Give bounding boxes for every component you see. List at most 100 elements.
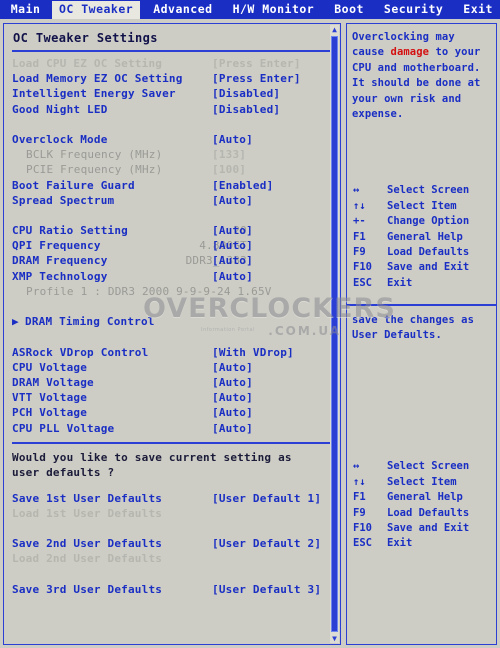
setting-value[interactable]: [Enabled] bbox=[212, 178, 273, 193]
setting-label: PCH Voltage bbox=[12, 406, 88, 420]
legend-key-icon: ↔ bbox=[353, 460, 360, 473]
page-title: OC Tweaker Settings bbox=[13, 31, 158, 45]
defaults-divider bbox=[12, 441, 330, 444]
legend-key-icon: ↔ bbox=[353, 184, 360, 197]
legend-description: General Help bbox=[387, 230, 463, 243]
menu-tab-security[interactable]: Security bbox=[377, 1, 450, 19]
setting-value[interactable]: [Disabled] bbox=[212, 86, 280, 101]
settings-spacer bbox=[12, 117, 326, 132]
legend-row: ↑↓ Select Item bbox=[353, 199, 496, 214]
setting-label: CPU Voltage bbox=[12, 360, 88, 374]
setting-value[interactable]: [133] bbox=[212, 147, 246, 162]
legend-row: +- Change Option bbox=[353, 214, 496, 229]
key-legend-top: ↔ Select Screen ↑↓ Select Item +- Change Opti… bbox=[347, 183, 496, 291]
setting-value[interactable]: [Press Enter] bbox=[212, 71, 301, 86]
setting-row-vtt-voltage[interactable]: VTT Voltage [Auto] bbox=[12, 390, 326, 405]
settings-spacer bbox=[12, 299, 326, 314]
legend-key-icon: ESC bbox=[353, 537, 372, 550]
setting-row-intelligent-energy-saver[interactable]: Intelligent Energy Saver [Disabled] bbox=[12, 86, 326, 101]
setting-row-profile-1-ddr3-2000-9-9-9-24-1-65v[interactable]: Profile 1 : DDR3 2000 9-9-9-24 1.65V bbox=[12, 284, 326, 299]
setting-label: XMP Technology bbox=[12, 269, 108, 283]
defaults-value[interactable]: [User Default 1] bbox=[212, 491, 321, 506]
setting-value[interactable]: [With VDrop] bbox=[212, 345, 294, 360]
defaults-label: Save 3rd User Defaults bbox=[12, 582, 163, 596]
legend-description: General Help bbox=[387, 491, 463, 504]
defaults-value[interactable]: [User Default 3] bbox=[212, 582, 321, 597]
defaults-label: Save 1st User Defaults bbox=[12, 491, 163, 505]
setting-label: DRAM Frequency bbox=[12, 254, 108, 268]
defaults-value[interactable]: [User Default 2] bbox=[212, 536, 321, 551]
setting-value[interactable]: [Auto] bbox=[212, 132, 253, 147]
defaults-label: Save 2nd User Defaults bbox=[12, 537, 163, 551]
setting-row-cpu-pll-voltage[interactable]: CPU PLL Voltage [Auto] bbox=[12, 421, 326, 436]
setting-value[interactable]: [100] bbox=[212, 162, 246, 177]
legend-row: ↔ Select Screen bbox=[353, 183, 496, 198]
legend-key-icon: ↑↓ bbox=[353, 475, 366, 488]
setting-row-cpu-voltage[interactable]: CPU Voltage [Auto] bbox=[12, 360, 326, 375]
defaults-label: Load 1st User Defaults bbox=[12, 506, 163, 520]
setting-row-asrock-vdrop-control[interactable]: ASRock VDrop Control [With VDrop] bbox=[12, 345, 326, 360]
setting-row-load-memory-ez-oc-setting[interactable]: Load Memory EZ OC Setting [Press Enter] bbox=[12, 71, 326, 86]
legend-description: Save and Exit bbox=[387, 261, 470, 274]
setting-row-spread-spectrum[interactable]: Spread Spectrum [Auto] bbox=[12, 193, 326, 208]
setting-row-xmp-technology[interactable]: XMP Technology [Auto] bbox=[12, 269, 326, 284]
setting-value[interactable]: [Auto] bbox=[212, 269, 253, 284]
setting-row-qpi-frequency[interactable]: QPI Frequency 4.800GT [Auto] bbox=[12, 238, 326, 253]
setting-value[interactable]: [Auto] bbox=[212, 405, 253, 420]
setting-row-dram-timing-control[interactable]: ▶ DRAM Timing Control bbox=[12, 314, 326, 329]
setting-row-dram-frequency[interactable]: DRAM Frequency DDR3_1333 [Auto] bbox=[12, 253, 326, 268]
menu-tab-h-w-monitor[interactable]: H/W Monitor bbox=[226, 1, 322, 19]
defaults-row-save-1st-user-defaults[interactable]: Save 1st User Defaults [User Default 1] bbox=[12, 491, 326, 506]
setting-row-cpu-ratio-setting[interactable]: CPU Ratio Setting 20 [Auto] bbox=[12, 223, 326, 238]
setting-value[interactable]: [Auto] bbox=[212, 253, 253, 268]
legend-row: F10 Save and Exit bbox=[353, 260, 496, 275]
bios-setup-screen: Main OC Tweaker Advanced H/W Monitor Boot Sec… bbox=[0, 0, 500, 648]
setting-label: Boot Failure Guard bbox=[12, 178, 135, 192]
setting-row-boot-failure-guard[interactable]: Boot Failure Guard [Enabled] bbox=[12, 178, 326, 193]
menu-tab-exit[interactable]: Exit bbox=[456, 1, 500, 19]
menu-tab-advanced[interactable]: Advanced bbox=[146, 1, 219, 19]
vertical-scrollbar[interactable]: ▲ ▼ bbox=[330, 25, 339, 643]
user-defaults-list: Save 1st User Defaults [User Default 1] Lo… bbox=[4, 491, 326, 597]
defaults-row-save-2nd-user-defaults[interactable]: Save 2nd User Defaults [User Default 2] bbox=[12, 536, 326, 551]
setting-row-bclk-frequency-mhz[interactable]: BCLK Frequency (MHz) [133] bbox=[12, 147, 326, 162]
legend-key-icon: F9 bbox=[353, 246, 366, 258]
scroll-up-arrow[interactable]: ▲ bbox=[330, 25, 339, 34]
legend-key-icon: F9 bbox=[353, 506, 366, 519]
setting-label: ASRock VDrop Control bbox=[12, 345, 149, 359]
settings-list: Load CPU EZ OC Setting [Press Enter] Load … bbox=[4, 56, 326, 436]
setting-row-dram-voltage[interactable]: DRAM Voltage [Auto] bbox=[12, 375, 326, 390]
setting-value[interactable]: [Press Enter] bbox=[212, 56, 301, 71]
setting-row-load-cpu-ez-oc-setting[interactable]: Load CPU EZ OC Setting [Press Enter] bbox=[12, 56, 326, 71]
item-help-text: save the changes as User Defaults. bbox=[352, 313, 475, 342]
legend-row: ESC Exit bbox=[353, 536, 496, 551]
setting-row-pcie-frequency-mhz[interactable]: PCIE Frequency (MHz) [100] bbox=[12, 162, 326, 177]
legend-description: Exit bbox=[387, 276, 413, 289]
defaults-row-save-3rd-user-defaults[interactable]: Save 3rd User Defaults [User Default 3] bbox=[12, 582, 326, 597]
menu-tab-oc-tweaker[interactable]: OC Tweaker bbox=[51, 0, 141, 19]
legend-key-icon: F1 bbox=[353, 230, 366, 243]
setting-value[interactable]: [Auto] bbox=[212, 193, 253, 208]
menu-tab-boot[interactable]: Boot bbox=[327, 1, 371, 19]
setting-row-good-night-led[interactable]: Good Night LED [Disabled] bbox=[12, 102, 326, 117]
legend-description: Load Defaults bbox=[387, 246, 470, 258]
legend-key-icon: F10 bbox=[353, 522, 372, 535]
setting-value[interactable]: [Auto] bbox=[212, 360, 253, 375]
defaults-row-load-2nd-user-defaults[interactable]: Load 2nd User Defaults bbox=[12, 551, 326, 566]
setting-value[interactable]: [Disabled] bbox=[212, 102, 280, 117]
legend-description: Save and Exit bbox=[387, 522, 470, 535]
setting-value[interactable]: [Auto] bbox=[212, 238, 253, 253]
setting-value[interactable]: [Auto] bbox=[212, 421, 253, 436]
setting-value[interactable]: [Auto] bbox=[212, 223, 253, 238]
setting-value[interactable]: [Auto] bbox=[212, 390, 253, 405]
scrollbar-thumb[interactable] bbox=[331, 36, 338, 632]
defaults-row-load-1st-user-defaults[interactable]: Load 1st User Defaults bbox=[12, 506, 326, 521]
scroll-down-arrow[interactable]: ▼ bbox=[330, 634, 339, 643]
setting-row-pch-voltage[interactable]: PCH Voltage [Auto] bbox=[12, 405, 326, 420]
legend-row: F10 Save and Exit bbox=[353, 521, 496, 536]
settings-spacer bbox=[12, 329, 326, 344]
setting-value[interactable]: [Auto] bbox=[212, 375, 253, 390]
menu-tab-main[interactable]: Main bbox=[4, 1, 48, 19]
setting-row-overclock-mode[interactable]: Overclock Mode [Auto] bbox=[12, 132, 326, 147]
setting-label: BCLK Frequency (MHz) bbox=[26, 148, 163, 162]
